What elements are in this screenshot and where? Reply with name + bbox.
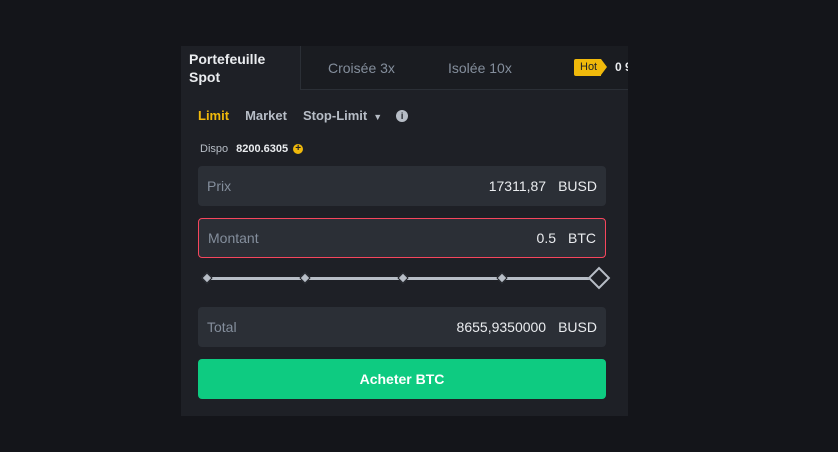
slider-step-0[interactable] (201, 272, 213, 284)
tabs-divider (301, 89, 628, 90)
order-panel: Portefeuille Spot Croisée 3x Isolée 10x … (181, 46, 628, 416)
tab-cross-margin[interactable]: Croisée 3x (328, 60, 395, 76)
amount-label: Montant (208, 230, 259, 246)
order-type-limit[interactable]: Limit (198, 108, 229, 123)
tab-isolated-label: Isolée (448, 60, 486, 76)
tab-cross-label: Croisée (328, 60, 377, 76)
price-label: Prix (207, 178, 232, 194)
stop-limit-label: Stop-Limit (302, 108, 368, 123)
slider-handle[interactable] (587, 266, 611, 290)
amount-value: 0.5 (536, 230, 556, 246)
order-type-selector: Limit Market Stop-Limit ▼ i (198, 108, 409, 123)
price-input[interactable]: Prix 17311,87 BUSD (198, 166, 606, 206)
total-input[interactable]: Total 8655,9350000 BUSD (198, 307, 606, 347)
amount-slider[interactable] (201, 266, 611, 290)
order-type-stop-limit[interactable]: Stop-Limit ▼ (303, 108, 382, 123)
tab-spot-line2: Spot (189, 69, 221, 85)
order-type-market[interactable]: Market (245, 108, 287, 123)
plus-circle-icon[interactable]: + (293, 144, 304, 154)
info-icon[interactable]: i (396, 109, 409, 122)
tab-spot-wallet[interactable]: Portefeuille Spot (181, 46, 301, 90)
available-balance: Dispo 8200.6305 + (200, 143, 304, 155)
amount-input[interactable]: Montant 0.5 BTC (198, 218, 606, 258)
hot-rate: 0 9 (615, 60, 628, 74)
tab-isolated-margin[interactable]: Isolée 10x (448, 60, 512, 76)
amount-unit: BTC (568, 230, 596, 246)
price-value: 17311,87 (488, 178, 547, 194)
wallet-tabs: Portefeuille Spot Croisée 3x Isolée 10x … (181, 46, 628, 90)
available-label: Dispo (200, 143, 229, 155)
total-label: Total (207, 319, 237, 335)
total-value: 8655,9350000 (456, 319, 547, 335)
tab-spot-line1: Portefeuille (189, 51, 266, 67)
slider-step-50[interactable] (397, 272, 409, 284)
slider-step-75[interactable] (496, 272, 508, 284)
buy-btc-button[interactable]: Acheter BTC (198, 359, 606, 399)
tab-cross-leverage: 3x (380, 60, 395, 76)
caret-down-icon: ▼ (373, 111, 383, 122)
total-unit: BUSD (558, 319, 597, 335)
price-unit: BUSD (558, 178, 597, 194)
hot-badge: Hot (574, 59, 608, 76)
tab-isolated-leverage: 10x (489, 60, 512, 76)
slider-step-25[interactable] (299, 272, 311, 284)
available-value: 8200.6305 (236, 143, 289, 155)
